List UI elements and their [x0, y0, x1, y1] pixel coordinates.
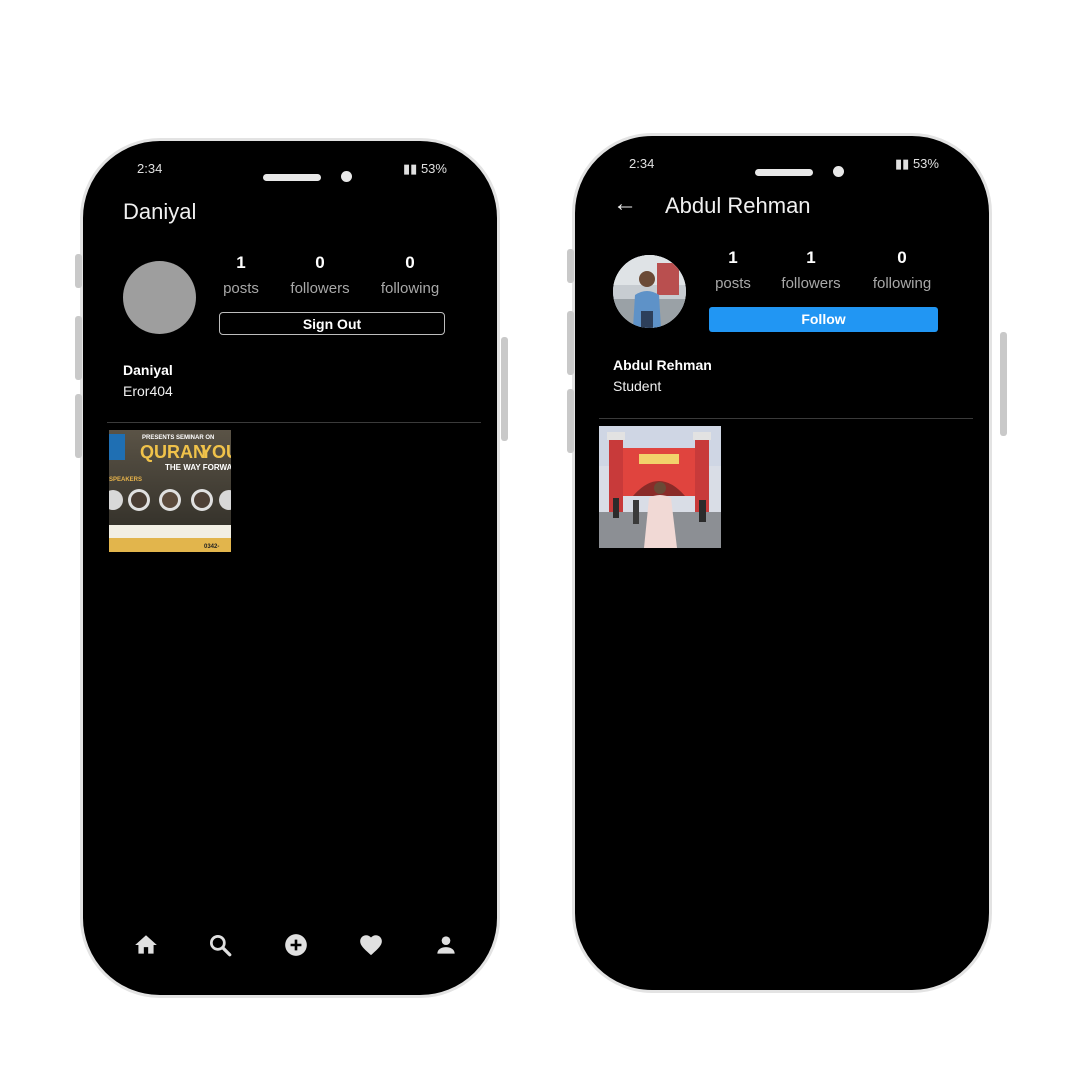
post-thumbnail[interactable]: PRESENTS SEMINAR ON QURAN YOUTH THE WAY … — [109, 430, 231, 552]
front-camera — [833, 166, 844, 177]
volume-button-mid — [75, 316, 82, 380]
poster-line-1: PRESENTS SEMINAR ON — [142, 435, 214, 441]
heart-icon[interactable] — [358, 932, 384, 958]
stat-followers-label: followers — [290, 280, 350, 297]
add-post-icon[interactable] — [283, 932, 309, 958]
poster-line-4: THE WAY FORWARD — [165, 463, 231, 472]
battery-percent: 53% — [912, 158, 939, 171]
notch — [187, 163, 403, 195]
stat-followers-value: 0 — [315, 253, 325, 272]
right-screen: 2:34 ▮▮ 53% ← Abdul Rehman 1 posts 1 fol… — [599, 158, 973, 972]
profile-bio: Student — [613, 378, 662, 394]
seminar-poster-image: PRESENTS SEMINAR ON QURAN YOUTH THE WAY … — [109, 430, 231, 552]
status-battery: ▮▮ 53% — [403, 163, 447, 177]
header-username: Abdul Rehman — [665, 193, 811, 218]
profile-bio: Eror404 — [123, 383, 173, 399]
bottom-nav — [107, 920, 481, 970]
avatar[interactable] — [613, 255, 686, 328]
follow-button[interactable]: Follow — [709, 307, 938, 332]
status-battery: ▮▮ 53% — [895, 158, 939, 172]
volume-button-top — [75, 254, 82, 288]
divider — [107, 422, 481, 423]
left-screen: 2:34 ▮▮ 53% Daniyal 1 posts 0 followers … — [107, 163, 481, 977]
volume-button-top — [567, 249, 574, 283]
left-phone-frame: 2:34 ▮▮ 53% Daniyal 1 posts 0 followers … — [75, 138, 508, 998]
status-time: 2:34 — [629, 158, 655, 171]
profile-icon[interactable] — [433, 932, 459, 958]
stat-followers-label: followers — [781, 275, 841, 292]
signal-icon: ▮▮ — [895, 158, 910, 171]
poster-line-5: SPEAKERS — [109, 477, 142, 483]
divider — [599, 418, 973, 419]
power-button — [501, 337, 508, 441]
speaker — [263, 174, 321, 181]
stat-following-value: 0 — [897, 248, 907, 267]
power-button — [1000, 332, 1007, 436]
poster-line-6: 0342- — [204, 544, 219, 550]
poster-line-2: QURAN — [140, 442, 206, 462]
signal-icon: ▮▮ — [403, 163, 418, 176]
profile-name: Abdul Rehman — [613, 357, 712, 373]
stat-posts-value: 1 — [728, 248, 738, 267]
stat-followers-value: 1 — [806, 248, 816, 267]
gate-photo-image — [599, 426, 721, 548]
battery-percent: 53% — [420, 163, 447, 176]
avatar-photo — [613, 255, 686, 328]
header-username: Daniyal — [123, 199, 197, 224]
front-camera — [341, 171, 352, 182]
profile-name: Daniyal — [123, 362, 173, 378]
stat-posts-value: 1 — [236, 253, 246, 272]
notch — [679, 158, 895, 190]
stat-posts-label: posts — [715, 275, 751, 292]
search-icon[interactable] — [207, 932, 233, 958]
home-icon[interactable] — [133, 932, 159, 958]
volume-button-mid — [567, 311, 574, 375]
speaker — [755, 169, 813, 176]
right-phone-frame: 2:34 ▮▮ 53% ← Abdul Rehman 1 posts 1 fol… — [567, 133, 1007, 993]
volume-button-low — [75, 394, 82, 458]
sign-out-button[interactable]: Sign Out — [219, 312, 445, 335]
poster-line-3: YOUTH — [200, 442, 231, 462]
post-thumbnail[interactable] — [599, 426, 721, 548]
stat-following-value: 0 — [405, 253, 415, 272]
avatar[interactable] — [123, 261, 196, 334]
back-arrow-icon[interactable]: ← — [613, 190, 637, 218]
stat-posts-label: posts — [223, 280, 259, 297]
stat-following-label: following — [872, 275, 932, 292]
stat-following-label: following — [380, 280, 440, 297]
status-time: 2:34 — [137, 163, 163, 176]
volume-button-low — [567, 389, 574, 453]
